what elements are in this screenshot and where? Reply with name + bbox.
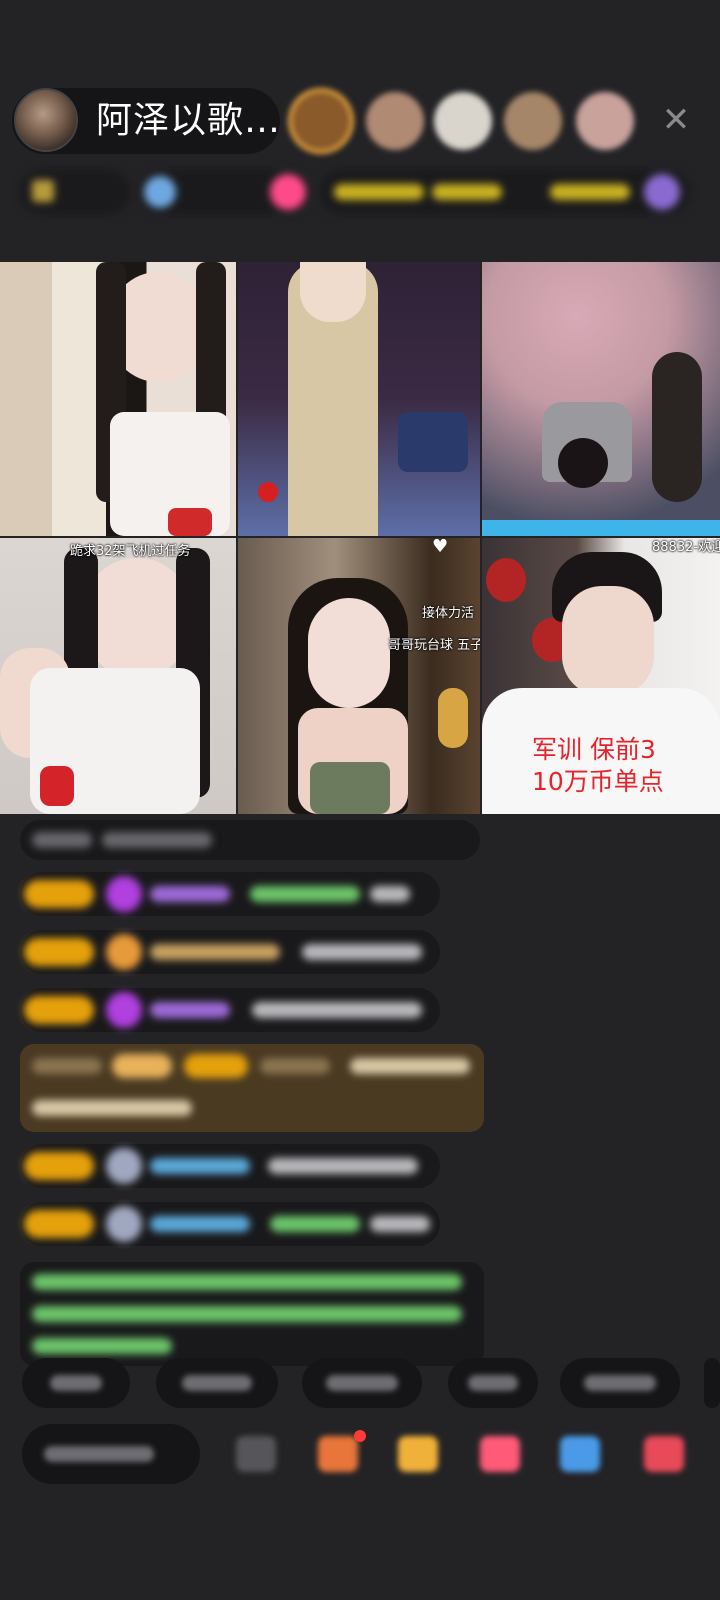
tile-caption: 跪求32架飞机过任务	[70, 544, 191, 559]
gift-icon[interactable]	[480, 1436, 520, 1472]
promo-text-line2: 10万币单点	[532, 767, 664, 796]
host-name[interactable]: 阿泽以歌…	[96, 100, 281, 142]
viewer-avatar[interactable]	[434, 92, 492, 150]
video-tile-4[interactable]: 跪求32架飞机过任务	[0, 538, 236, 814]
tile-caption-top: 接体力活	[422, 606, 475, 621]
emoji-icon[interactable]	[236, 1436, 276, 1472]
close-icon[interactable]: ✕	[656, 100, 696, 140]
chat-message	[20, 1144, 440, 1188]
video-tile-2[interactable]	[238, 262, 480, 536]
gift-box-icon[interactable]	[318, 1436, 358, 1472]
system-notice	[20, 1262, 484, 1366]
quick-reply-chip[interactable]	[704, 1358, 720, 1408]
quick-reply-chip[interactable]	[22, 1358, 130, 1408]
room-info-row	[20, 170, 690, 214]
chat-message	[20, 930, 440, 974]
quick-reply-chip[interactable]	[560, 1358, 680, 1408]
quick-reply-chip[interactable]	[156, 1358, 278, 1408]
chat-entry-notice	[20, 1044, 484, 1132]
video-tile-6[interactable]: 88832-欢迎 军训 保前3 10万币单点	[482, 538, 720, 814]
video-tile-5[interactable]: ♥ 接体力活 哥哥玩台球 五子	[238, 538, 480, 814]
video-tile-3[interactable]	[482, 262, 720, 536]
viewer-avatar[interactable]	[504, 92, 562, 150]
notification-dot	[354, 1430, 366, 1442]
quick-reply-chip[interactable]	[448, 1358, 538, 1408]
chat-message	[20, 872, 440, 916]
viewer-avatar[interactable]	[366, 92, 424, 150]
video-tile-1[interactable]	[0, 262, 236, 536]
tile-caption: 88832-欢迎	[652, 540, 720, 555]
chat-message	[20, 988, 440, 1032]
chat-input[interactable]	[22, 1424, 200, 1484]
host-avatar[interactable]	[14, 88, 78, 152]
tile-caption-bottom: 哥哥玩台球 五子	[388, 638, 480, 653]
top-viewer-avatar[interactable]	[292, 92, 350, 150]
gift-icon[interactable]	[398, 1436, 438, 1472]
gift-icon[interactable]	[560, 1436, 600, 1472]
more-gifts-icon[interactable]	[644, 1436, 684, 1472]
heart-icon: ♥	[432, 538, 449, 557]
viewer-avatar[interactable]	[576, 92, 634, 150]
chat-message	[20, 820, 480, 860]
promo-text-line1: 军训 保前3	[532, 735, 656, 764]
chat-message	[20, 1202, 440, 1246]
quick-reply-chip[interactable]	[302, 1358, 422, 1408]
